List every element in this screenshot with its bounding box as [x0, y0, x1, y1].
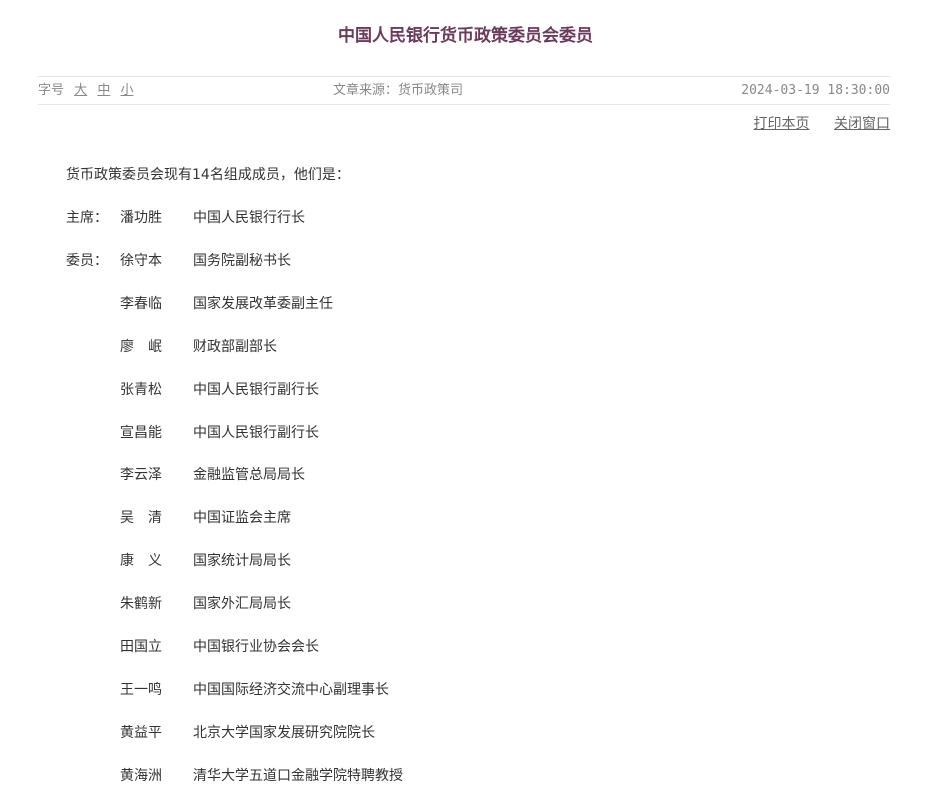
- font-size-small-link[interactable]: 小: [120, 83, 133, 98]
- member-position: 国家外汇局局长: [193, 596, 291, 613]
- article-source: 文章来源：货币政策司: [333, 83, 464, 98]
- close-window-link[interactable]: 关闭窗口: [834, 116, 890, 132]
- member-position: 中国银行业协会会长: [193, 639, 319, 655]
- article-date: 2024-03-19 18:30:00: [741, 83, 890, 98]
- member-position: 中国人民银行副行长: [193, 424, 319, 441]
- member-position: 金融监管总局局长: [193, 467, 305, 484]
- member-name: 宣昌能: [120, 424, 162, 441]
- member-role: 委员：: [66, 252, 108, 269]
- member-name: 廖 岷: [120, 338, 162, 355]
- member-position: 清华大学五道口金融学院特聘教授: [193, 767, 403, 784]
- member-position: 国务院副秘书长: [193, 252, 291, 269]
- member-position: 国家发展改革委副主任: [193, 295, 333, 312]
- member-position: 中国证监会主席: [193, 510, 291, 527]
- member-name: 吴 清: [120, 510, 162, 527]
- member-name: 黄海洲: [120, 767, 162, 784]
- member-position: 国家统计局局长: [193, 553, 291, 570]
- member-name: 朱鹤新: [120, 596, 162, 613]
- member-name: 徐守本: [120, 252, 162, 269]
- member-name: 潘功胜: [120, 210, 162, 226]
- member-name: 张青松: [120, 381, 162, 398]
- member-name: 李云泽: [120, 467, 162, 484]
- member-position: 中国人民银行行长: [193, 210, 305, 226]
- member-position: 财政部副部长: [193, 338, 277, 355]
- font-size-medium-link[interactable]: 中: [97, 83, 110, 98]
- member-name: 田国立: [120, 639, 162, 655]
- page-title: 中国人民银行货币政策委员会委员: [338, 26, 593, 46]
- print-page-link[interactable]: 打印本页: [754, 116, 810, 132]
- member-role: 主席：: [66, 210, 108, 226]
- font-size-large-link[interactable]: 大: [74, 83, 87, 98]
- font-size-switcher: 字号 大 中 小: [38, 77, 133, 104]
- article-actions: 打印本页 关闭窗口: [734, 114, 890, 134]
- member-name: 康 义: [120, 553, 162, 570]
- member-position: 中国国际经济交流中心副理事长: [193, 681, 389, 698]
- font-size-label: 字号: [38, 83, 65, 98]
- member-position: 北京大学国家发展研究院院长: [193, 724, 375, 741]
- member-name: 黄益平: [120, 724, 162, 741]
- intro-text: 货币政策委员会现有14名组成成员，他们是：: [66, 167, 350, 183]
- member-name: 王一鸣: [120, 681, 162, 698]
- article-info-bar: 字号 大 中 小 文章来源：货币政策司 2024-03-19 18:30:00: [38, 76, 890, 105]
- member-name: 李春临: [120, 295, 162, 312]
- member-position: 中国人民银行副行长: [193, 381, 319, 398]
